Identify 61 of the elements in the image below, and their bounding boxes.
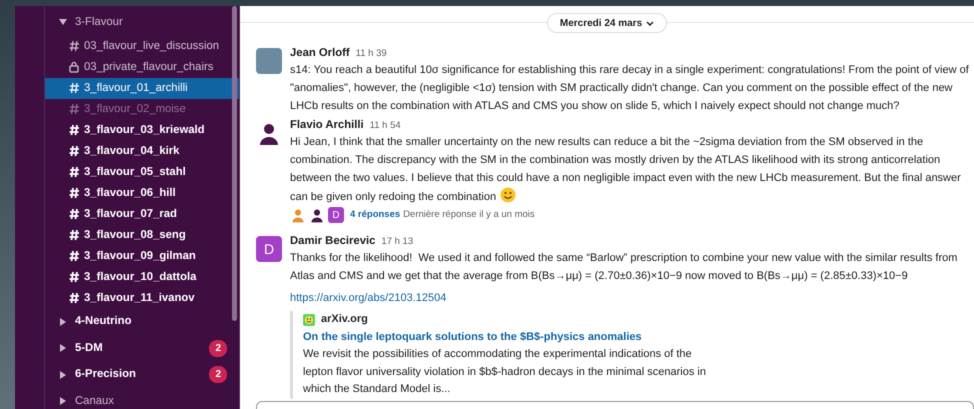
url-link[interactable]: https://arxiv.org/abs/2103.12504 — [290, 289, 446, 307]
author-name[interactable]: Jean Orloff — [290, 45, 350, 61]
channel-item[interactable]: 3_flavour_09_gilman — [45, 246, 239, 266]
preview-title-link[interactable]: On the single leptoquark solutions to the $B$-physics anomalies — [303, 328, 958, 346]
photo-placeholder — [256, 48, 282, 74]
hash-icon — [68, 166, 80, 178]
author-name[interactable]: Flavio Archilli — [290, 117, 364, 133]
channel-item[interactable]: 3_flavour_07_rad — [45, 204, 239, 224]
message-text: Hi Jean, I think that the smaller uncertainty on the new results can reduce a bit the ~2sigma deviation from the SM observed in the combination. The discrepancy with the SM in the combination was mostly driven by the ATLAS likelihood with its strong anticorrelation between the two values. I believe that this could have a non negligible impact even with the new LHCb measurement. But the final answer can be given only redoing the combination — [290, 135, 961, 205]
timestamp[interactable]: 11 h 39 — [356, 46, 387, 62]
replies-link[interactable]: 4 réponses — [350, 208, 400, 222]
site-name: arXiv.org — [321, 312, 368, 327]
section-header[interactable]: 4-Neutrino — [45, 308, 239, 335]
avatar: D — [328, 207, 344, 223]
hash-icon — [68, 103, 80, 115]
section-header[interactable]: 3-Flavour — [45, 9, 239, 36]
channel-item[interactable]: 3_flavour_01_archilli — [45, 78, 239, 98]
hash-icon — [68, 40, 80, 52]
timestamp[interactable]: 11 h 54 — [370, 118, 401, 134]
avatar: D — [256, 236, 282, 262]
unread-count-badge: 2 — [209, 340, 227, 357]
message-text: Thanks for the likelihood! We used it and followed the same “Barlow” prescription to combine your new value with the similar results from Atlas and CMS and we get that the average from B(Bs→μμ) = (2.70±0.36)×10−9 now moved to B(Bs→μμ) = (2.85±0.33)×10−9 — [290, 251, 958, 284]
channel-item[interactable]: 3_flavour_03_kriewald — [45, 120, 239, 140]
unread-count-badge: 2 — [209, 366, 227, 384]
hash-icon — [68, 145, 80, 157]
caret-right-icon — [59, 344, 67, 352]
hash-icon — [68, 271, 80, 283]
hash-icon — [68, 187, 80, 199]
preview-description: We revisit the possibilities of accommodating the experimental indications of the lepton flavor universality violation in $b$-hadron decays in the minimal scenarios in which the Standard Model is... — [303, 347, 707, 397]
date-divider-button[interactable]: Mercredi 24 mars — [546, 13, 668, 33]
channel-item[interactable]: 03_flavour_live_discussion — [45, 36, 239, 56]
message-text: s14: You reach a beautiful 10σ significance for establishing this rare decay in a single experiment: congratulations! From the point of view of "anomalies", however, the (negligible <1σ) tension with SM practically didn't change. Can you comment on the possible effect of the new LHCb results on the combination with ATLAS and CMS you show on slide 5, which I naively expect should not change much? — [290, 63, 969, 114]
channel-item[interactable]: 3_flavour_08_seng — [45, 224, 239, 246]
section-header[interactable]: 5-DM 2 — [45, 335, 239, 362]
hash-icon — [68, 82, 80, 94]
timestamp[interactable]: 17 h 13 — [381, 234, 414, 250]
channel-item[interactable]: 3_flavour_06_hill — [45, 182, 239, 204]
hash-icon — [68, 124, 80, 136]
channel-item[interactable]: 03_private_flavour_chairs — [45, 56, 239, 78]
caret-right-icon — [59, 397, 67, 406]
hash-icon — [68, 250, 80, 262]
site-favicon-icon — [303, 314, 315, 326]
caret-down-icon — [59, 18, 67, 26]
lock-icon — [69, 61, 79, 73]
section-header[interactable]: Canaux — [45, 388, 239, 409]
scrollbar[interactable] — [232, 6, 237, 321]
hash-icon — [68, 229, 80, 241]
hash-icon — [68, 292, 80, 304]
author-name[interactable]: Damir Becirevic — [290, 233, 376, 249]
caret-right-icon — [59, 370, 67, 379]
chevron-down-icon — [646, 20, 654, 26]
message-input-field[interactable] — [256, 401, 974, 409]
caret-right-icon — [59, 318, 67, 326]
channel-item[interactable]: 3_flavour_04_kirk — [45, 140, 239, 162]
channel-item[interactable]: 3_flavour_05_stahl — [45, 162, 239, 182]
channel-item[interactable]: 3_flavour_11_ivanov — [45, 288, 239, 308]
channel-item[interactable]: 3_flavour_10_dattola — [45, 266, 239, 288]
channel-item[interactable]: 3_flavour_02_moise — [45, 98, 239, 120]
section-header[interactable]: 6-Precision 2 — [45, 362, 239, 388]
last-reply-text: Dernière réponse il y a un mois — [403, 208, 535, 222]
hash-icon — [68, 208, 80, 220]
